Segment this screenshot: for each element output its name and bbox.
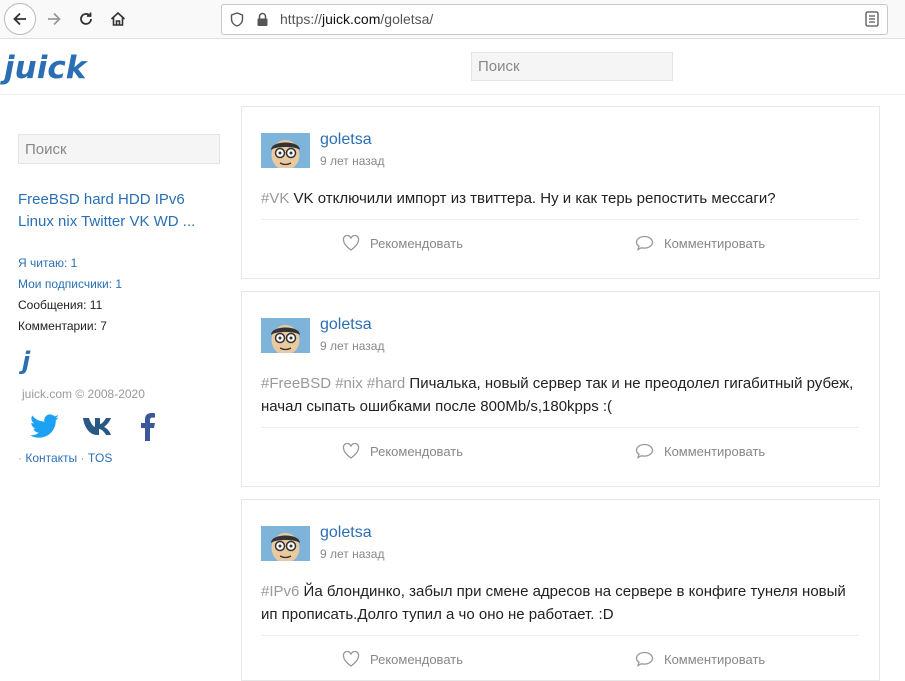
url-text[interactable]: https://juick.com/goletsa/ [280, 11, 433, 27]
home-icon [110, 11, 126, 26]
reader-view-icon[interactable] [865, 11, 879, 27]
heart-icon [342, 443, 360, 459]
url-path: /goletsa/ [380, 11, 434, 27]
shield-icon[interactable] [230, 12, 244, 27]
comment-label: Комментировать [664, 235, 766, 251]
post-username[interactable]: goletsa [320, 524, 372, 542]
user-stats: Я читаю: 1 Мои подписчики: 1 Сообщения: … [18, 253, 223, 337]
post-text: #VK VK отключили импорт из твиттера. Ну … [261, 187, 861, 210]
post-text: #IPv6 Йа блондинко, забыл при смене адре… [261, 580, 861, 626]
post-time[interactable]: 9 лет назад [320, 154, 384, 168]
sidebar: Поиск FreeBSD hard HDD IPv6 Linux nix Tw… [18, 134, 223, 465]
vk-icon[interactable] [82, 416, 116, 436]
recommend-label: Рекомендовать [370, 443, 463, 459]
post-body: Йа блондинко, забыл при смене адресов на… [261, 583, 846, 623]
reading-link[interactable]: Я читаю: 1 [18, 253, 223, 274]
site-logo[interactable]: juick [4, 50, 86, 86]
avatar[interactable] [261, 133, 310, 168]
post-username[interactable]: goletsa [320, 316, 372, 334]
tag-line-2[interactable]: Linux nix Twitter VK WD ... [18, 211, 223, 233]
avatar-image [261, 318, 310, 353]
messages-count: Сообщения: 11 [18, 298, 103, 312]
reload-button[interactable] [72, 5, 100, 33]
search-input[interactable]: Поиск [471, 52, 673, 81]
recommend-button[interactable]: Рекомендовать [342, 651, 463, 667]
post-divider [261, 219, 859, 220]
url-prefix: https:// [280, 11, 323, 27]
post-username[interactable]: goletsa [320, 131, 372, 149]
comment-icon [635, 235, 654, 251]
arrow-left-icon [13, 12, 26, 26]
comment-icon [635, 443, 654, 459]
header-divider [0, 94, 905, 95]
lock-icon[interactable] [256, 12, 269, 27]
juick-j-icon[interactable]: j [22, 347, 223, 375]
comment-button[interactable]: Комментировать [635, 235, 765, 251]
tag-cloud: FreeBSD hard HDD IPv6 Linux nix Twitter … [18, 189, 223, 233]
home-button[interactable] [104, 5, 132, 33]
post-tags[interactable]: #FreeBSD #nix #hard [261, 375, 405, 392]
tag-line-1[interactable]: FreeBSD hard HDD IPv6 [18, 189, 223, 211]
forward-button[interactable] [40, 5, 68, 33]
back-button[interactable] [4, 3, 36, 35]
post-time[interactable]: 9 лет назад [320, 547, 384, 561]
post-body: VK отключили импорт из твиттера. Ну и ка… [293, 190, 776, 207]
social-links [30, 409, 223, 443]
comment-label: Комментировать [664, 443, 766, 459]
footer-links: · Контакты · TOS [18, 451, 223, 465]
tos-link[interactable]: TOS [88, 451, 112, 465]
subscribers-link[interactable]: Мои подписчики: 1 [18, 274, 223, 295]
comments-count: Комментарии: 7 [18, 319, 107, 333]
recommend-button[interactable]: Рекомендовать [342, 443, 463, 459]
avatar[interactable] [261, 526, 310, 561]
avatar-image [261, 133, 310, 168]
reload-icon [80, 12, 92, 25]
post-time[interactable]: 9 лет назад [320, 339, 384, 353]
post-tags[interactable]: #IPv6 [261, 583, 299, 600]
heart-icon [342, 235, 360, 251]
arrow-right-icon [48, 12, 61, 26]
post-card: goletsa 9 лет назад #IPv6 Йа блондинко, … [241, 499, 880, 681]
recommend-button[interactable]: Рекомендовать [342, 235, 463, 251]
avatar[interactable] [261, 318, 310, 353]
facebook-icon[interactable] [138, 411, 156, 441]
comment-button[interactable]: Комментировать [635, 651, 765, 667]
twitter-icon[interactable] [30, 413, 60, 439]
recommend-label: Рекомендовать [370, 235, 463, 251]
post-text: #FreeBSD #nix #hard Пичалька, новый серв… [261, 372, 861, 418]
comment-button[interactable]: Комментировать [635, 443, 765, 459]
comment-icon [635, 651, 654, 667]
copyright: juick.com © 2008-2020 [22, 387, 145, 401]
footer-separator: · [80, 451, 85, 465]
post-card: goletsa 9 лет назад #VK VK отключили имп… [241, 106, 880, 279]
avatar-image [261, 526, 310, 561]
sidebar-search-input[interactable]: Поиск [18, 134, 220, 164]
recommend-label: Рекомендовать [370, 651, 463, 667]
heart-icon [342, 651, 360, 667]
post-divider [261, 635, 859, 636]
url-domain: juick.com [322, 11, 381, 27]
post-card: goletsa 9 лет назад #FreeBSD #nix #hard … [241, 291, 880, 487]
post-divider [261, 427, 859, 428]
browser-toolbar: https://juick.com/goletsa/ [0, 0, 905, 39]
address-bar[interactable]: https://juick.com/goletsa/ [221, 4, 888, 35]
comment-label: Комментировать [664, 651, 766, 667]
post-tags[interactable]: #VK [261, 190, 289, 207]
contacts-link[interactable]: Контакты [25, 451, 77, 465]
footer-separator: · [18, 451, 22, 465]
